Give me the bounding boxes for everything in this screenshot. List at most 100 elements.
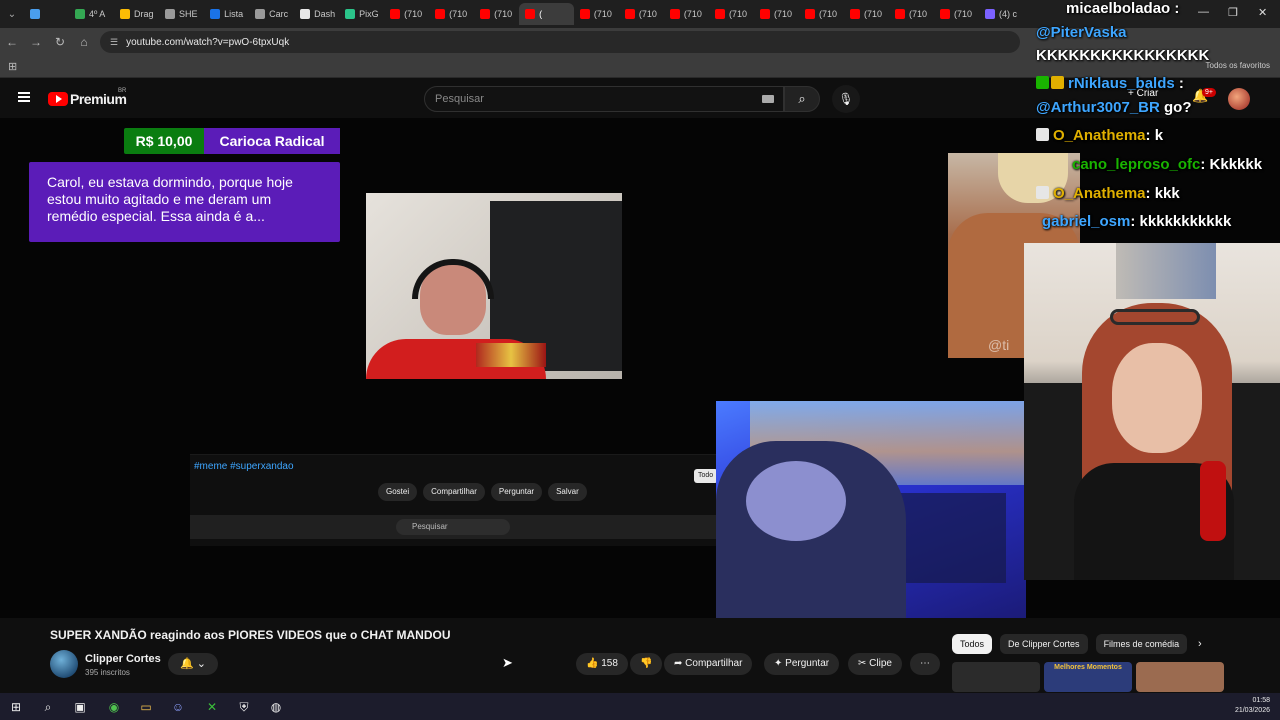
inner-like-button: Gostei	[378, 483, 418, 501]
browser-tab[interactable]: (710	[474, 3, 519, 25]
file-explorer-icon[interactable]: ▭	[138, 699, 154, 715]
clock-date: 21/03/2026	[1234, 707, 1270, 714]
browser-tab[interactable]: Carc	[249, 3, 294, 25]
related-thumbnail[interactable]	[1136, 662, 1224, 692]
browser-tab[interactable]: (710	[619, 3, 664, 25]
browser-tab[interactable]: PixG	[339, 3, 384, 25]
related-thumbnails: Melhores Momentos	[952, 662, 1224, 692]
reload-icon[interactable]: ↻	[48, 35, 72, 49]
person-head	[746, 461, 846, 541]
inner-todo-chip: Todo	[694, 469, 718, 483]
browser-tab[interactable]: (710	[844, 3, 889, 25]
tab-label: (710	[954, 9, 973, 19]
related-filter-chips: Todos De Clipper Cortes Filmes de comédi…	[952, 634, 1188, 654]
chrome-icon[interactable]: ◉	[106, 699, 122, 715]
tab-favicon-icon	[30, 9, 40, 19]
browser-tab[interactable]: (710	[889, 3, 934, 25]
browser-tab[interactable]: (710	[754, 3, 799, 25]
chat-message: O_Anathema: k	[1036, 127, 1163, 144]
browser-tab-active[interactable]: (	[519, 3, 574, 25]
channel-avatar[interactable]	[50, 650, 78, 678]
share-button[interactable]: ➦ Compartilhar	[664, 653, 753, 675]
like-count: 158	[601, 658, 618, 669]
chip-comedy[interactable]: Filmes de comédia	[1095, 634, 1188, 654]
reactor-webcam	[366, 193, 622, 379]
menu-icon[interactable]	[18, 92, 30, 102]
chat-username: O_Anathema	[1053, 127, 1146, 144]
chat-message: cano_leproso_ofc: Kkkkkk	[1072, 156, 1262, 173]
system-clock[interactable]: 01:58 21/03/2026	[1235, 696, 1270, 716]
streamer-face	[1112, 343, 1202, 453]
browser-tab[interactable]: (710	[429, 3, 474, 25]
shield-icon[interactable]: ⛨	[236, 699, 252, 715]
forward-icon[interactable]: →	[24, 35, 48, 49]
xbox-icon[interactable]: ✕	[204, 699, 220, 715]
desk-items	[476, 343, 546, 367]
browser-tab[interactable]: (710	[709, 3, 754, 25]
keyboard-icon[interactable]	[762, 95, 774, 103]
tab-favicon-icon	[255, 9, 266, 19]
search-button[interactable]: ⌕	[784, 86, 820, 112]
task-view-icon[interactable]: ▣	[72, 699, 88, 715]
clip-button[interactable]: ✂ Clipe	[848, 653, 902, 675]
related-thumbnail[interactable]: Melhores Momentos	[1044, 662, 1132, 692]
browser-tab[interactable]: (4) c	[979, 3, 1024, 25]
site-info-icon[interactable]: ☰	[110, 37, 118, 48]
tab-favicon-icon	[804, 9, 815, 19]
tab-favicon-icon	[940, 9, 951, 19]
tab-favicon-icon	[669, 9, 680, 19]
discord-icon[interactable]: ☺	[170, 699, 186, 715]
browser-tab[interactable]: Dash	[294, 3, 339, 25]
clock-time: 01:58	[1252, 697, 1270, 704]
browser-tab[interactable]: SHE	[159, 3, 204, 25]
browser-tab[interactable]: (710	[799, 3, 844, 25]
obs-icon[interactable]: ◍	[268, 699, 284, 715]
more-actions-button[interactable]: ⋯	[910, 653, 940, 675]
inner-action-bar: Gostei Compartilhar Perguntar Salvar	[378, 483, 587, 501]
dislike-button[interactable]: 👎	[630, 653, 663, 675]
chat-message: @PiterVaska	[1036, 24, 1127, 41]
tab-label: PixG	[359, 9, 379, 19]
apps-icon[interactable]: ⊞	[8, 60, 17, 73]
bell-icon: 🔔	[180, 658, 194, 670]
windows-start-icon[interactable]: ⊞	[8, 699, 24, 715]
browser-tab[interactable]: 4º A	[69, 3, 114, 25]
like-button[interactable]: 👍 158	[576, 653, 628, 675]
wall-poster	[1116, 243, 1216, 299]
tab-label: (710	[404, 9, 423, 19]
url-text: youtube.com/watch?v=pwO-6tpxUqk	[126, 36, 290, 48]
back-icon[interactable]: ←	[0, 35, 24, 49]
home-icon[interactable]: ⌂	[72, 35, 96, 49]
chevron-right-icon[interactable]: ›	[1198, 638, 1202, 650]
chip-channel[interactable]: De Clipper Cortes	[1000, 634, 1088, 654]
browser-tab[interactable]: Lista	[204, 3, 249, 25]
ask-button[interactable]: ✦ Perguntar	[764, 653, 840, 675]
browser-tab[interactable]: (710	[574, 3, 619, 25]
clip-watermark: @ti	[988, 337, 1010, 353]
browser-tab[interactable]: (710	[934, 3, 979, 25]
search-icon[interactable]: ⌕	[40, 699, 56, 715]
browser-tab[interactable]: Drag	[114, 3, 159, 25]
browser-tab[interactable]	[24, 3, 69, 25]
thumb-up-icon: 👍	[586, 658, 599, 669]
subscription-bell-button[interactable]: 🔔 ⌄	[168, 653, 218, 675]
browser-tab[interactable]: (710	[384, 3, 429, 25]
inner-hashtags: #meme #superxandao	[194, 461, 294, 472]
video-title: SUPER XANDÃO reagindo aos PIORES VIDEOS …	[50, 628, 451, 642]
channel-name[interactable]: Clipper Cortes	[85, 653, 161, 665]
tab-label: (710	[449, 9, 468, 19]
windows-taskbar: ⊞ ⌕ ▣ ◉ ▭ ☺ ✕ ⛨ ◍ 01:58 21/03/2026	[0, 693, 1280, 720]
address-bar[interactable]: ☰ youtube.com/watch?v=pwO-6tpxUqk	[100, 31, 1020, 53]
chat-username: gabriel_osm	[1042, 213, 1131, 230]
search-input[interactable]: Pesquisar	[424, 86, 784, 112]
chat-message: KKKKKKKKKKKKKKKK	[1036, 47, 1209, 64]
related-thumbnail[interactable]	[952, 662, 1040, 692]
chat-text: go?	[1164, 99, 1192, 116]
youtube-logo-icon[interactable]	[48, 92, 68, 106]
superchat-amount: R$ 10,00	[135, 133, 193, 149]
microphone-icon[interactable]: 🎙	[832, 85, 860, 113]
browser-tab[interactable]: (710	[664, 3, 709, 25]
chip-all[interactable]: Todos	[952, 634, 993, 654]
tab-favicon-icon	[985, 9, 996, 19]
tab-search-icon[interactable]: ⌄	[0, 9, 24, 20]
